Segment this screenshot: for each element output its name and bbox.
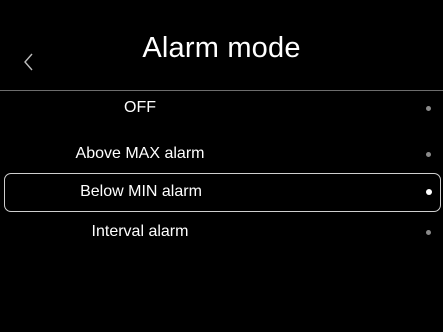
option-label: Interval alarm [91,223,189,240]
option-label: Above MAX alarm [75,145,205,162]
alarm-mode-screen: Alarm mode OFF Above MAX alarm Below MIN… [0,0,443,332]
radio-dot-icon [426,152,431,157]
radio-dot-selected-icon [426,189,432,195]
option-label: OFF [124,99,156,116]
page-title: Alarm mode [142,32,301,64]
radio-dot-icon [426,230,431,235]
option-interval-alarm[interactable]: Interval alarm [0,213,443,251]
option-off[interactable]: OFF [0,89,443,127]
option-label: Below MIN alarm [80,183,202,200]
header: Alarm mode [0,0,443,91]
radio-dot-icon [426,106,431,111]
option-below-min-alarm[interactable]: Below MIN alarm [4,173,441,212]
option-above-max-alarm[interactable]: Above MAX alarm [0,135,443,173]
